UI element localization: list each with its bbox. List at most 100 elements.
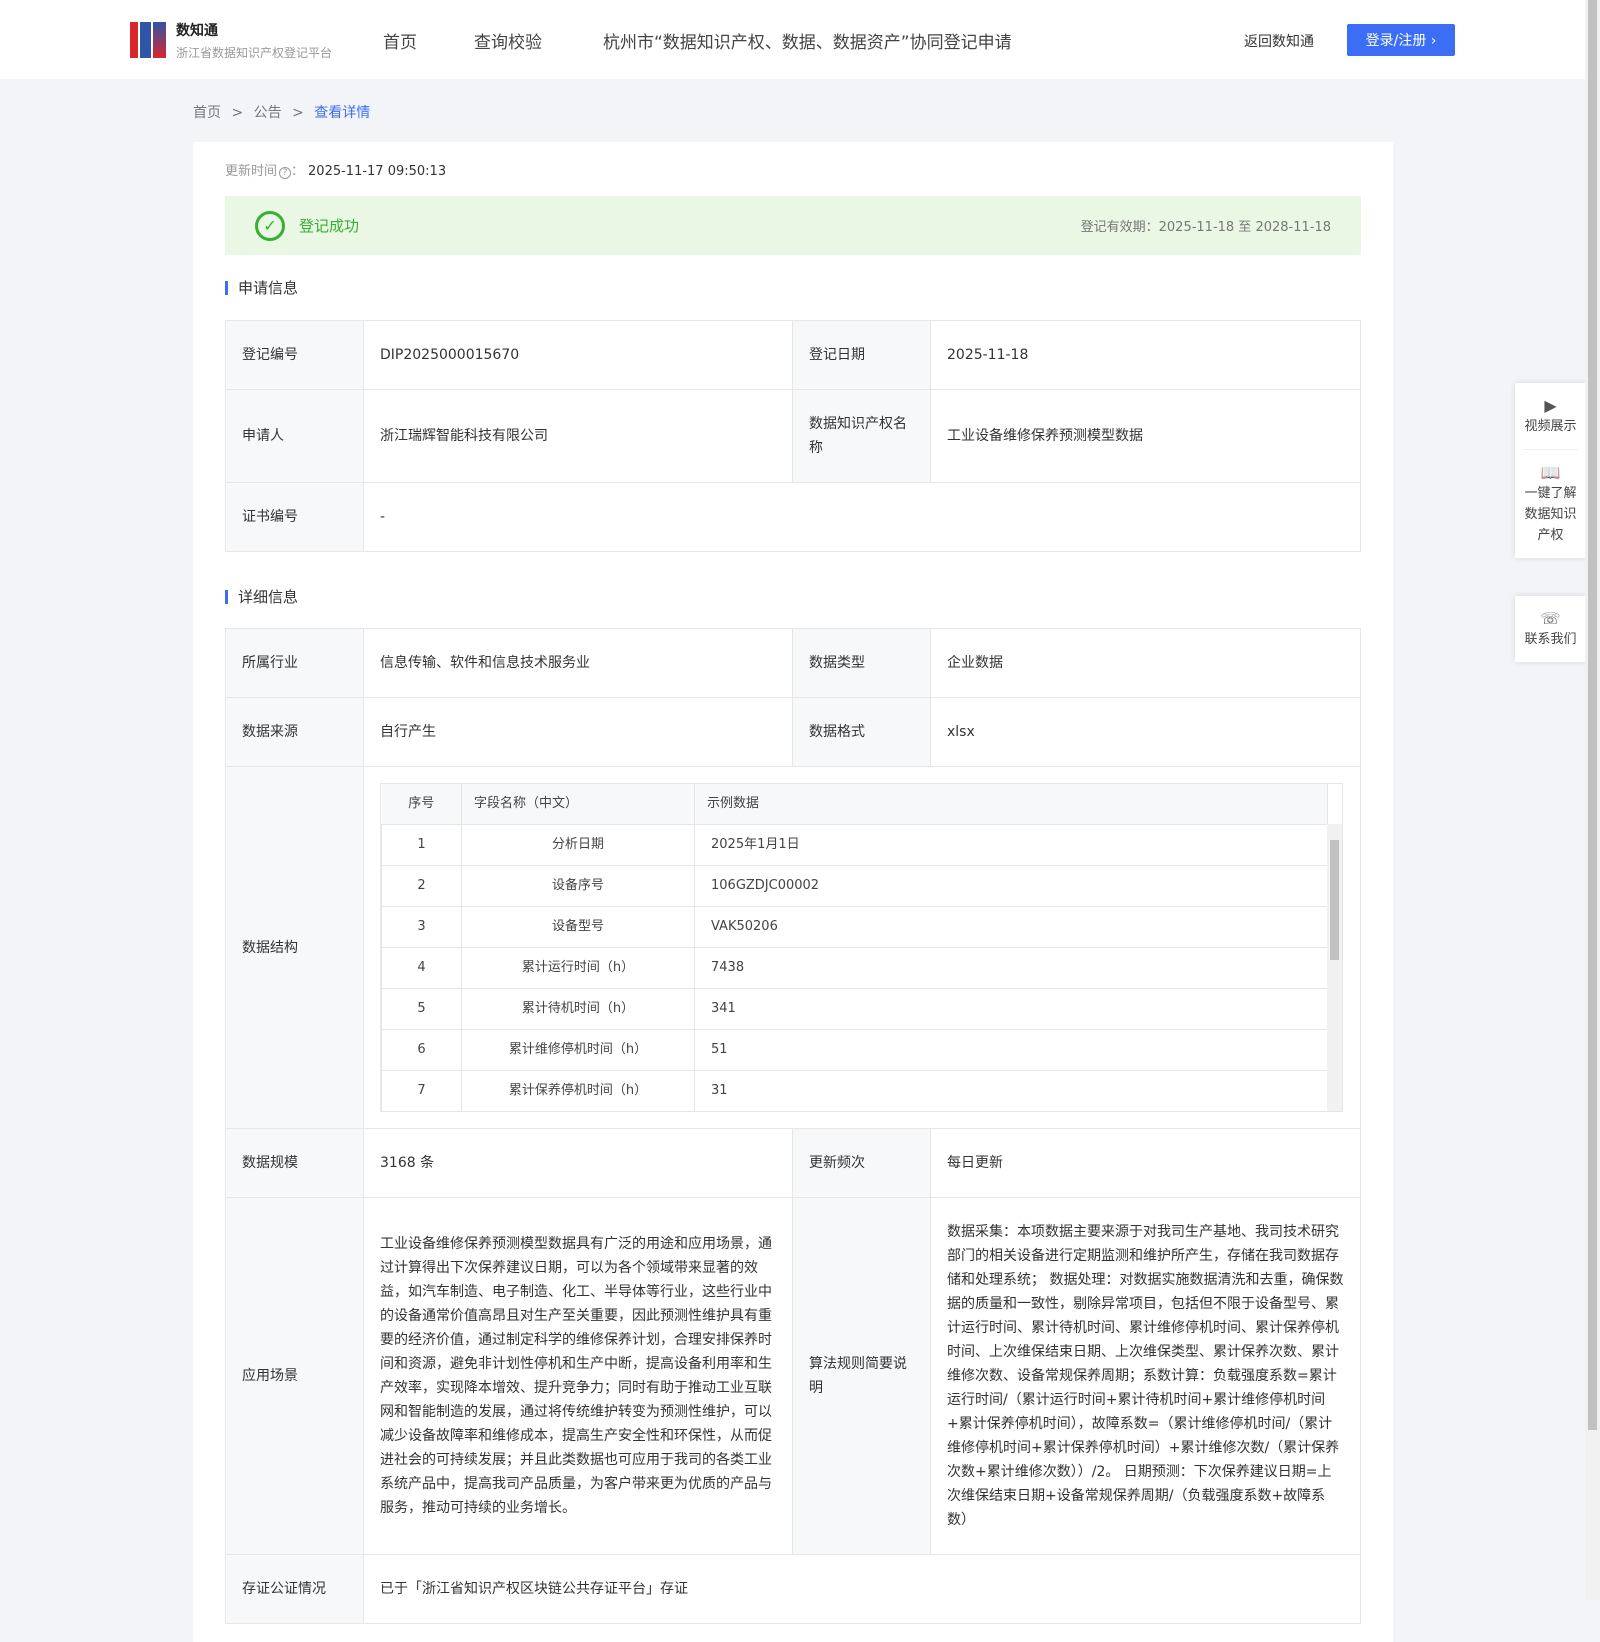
cell: 5 bbox=[381, 987, 462, 1030]
cell: 设备序号 bbox=[461, 864, 695, 907]
breadcrumb: 首页 > 公告 > 查看详情 bbox=[193, 102, 370, 122]
float-panel: ▶ 视频展示 📖 一键了解数据知识产权 bbox=[1515, 383, 1586, 558]
top-header: 数知通 浙江省数据知识产权登记平台 首页 查询校验 杭州市“数据知识产权、数据、… bbox=[0, 0, 1585, 79]
cell: 7438 bbox=[694, 946, 1328, 989]
brand-title: 数知通 bbox=[176, 23, 218, 39]
float-contact: ☏ 联系我们 bbox=[1515, 596, 1586, 662]
label: 存证公证情况 bbox=[225, 1554, 364, 1624]
table-row: 3 设备型号 VAK50206 bbox=[381, 905, 1328, 948]
data-scale: 3168 条 bbox=[363, 1128, 793, 1198]
label: 申请人 bbox=[225, 389, 364, 483]
status-banner: ✓ 登记成功 登记有效期：2025-11-18 至 2028-11-18 bbox=[225, 196, 1361, 255]
algorithm-text: 数据采集：本项数据主要来源于对我司生产基地、我司技术研究部门的相关设备进行定期监… bbox=[930, 1197, 1361, 1555]
logo[interactable] bbox=[130, 22, 166, 58]
table-row: 1 分析日期 2025年1月1日 bbox=[381, 823, 1328, 866]
cell: 106GZDJC00002 bbox=[694, 864, 1328, 907]
cell: 7 bbox=[381, 1069, 462, 1111]
label: 应用场景 bbox=[225, 1197, 364, 1555]
status-text: 登记成功 bbox=[299, 217, 360, 235]
cell: 4 bbox=[381, 946, 462, 989]
section-title-apply: 申请信息 bbox=[225, 281, 298, 296]
reg-date: 2025-11-18 bbox=[930, 320, 1361, 390]
industry: 信息传输、软件和信息技术服务业 bbox=[363, 628, 793, 698]
label: 所属行业 bbox=[225, 628, 364, 698]
label: 数据知识产权名称 bbox=[792, 389, 931, 483]
ip-name: 工业设备维修保养预测模型数据 bbox=[930, 389, 1361, 483]
table-row: 6 累计维修停机时间（h） 51 bbox=[381, 1028, 1328, 1071]
cell: 341 bbox=[694, 987, 1328, 1030]
applicant: 浙江瑞辉智能科技有限公司 bbox=[363, 389, 793, 483]
learn-button[interactable]: 📖 一键了解数据知识产权 bbox=[1515, 450, 1586, 558]
label: 证书编号 bbox=[225, 482, 364, 552]
page-scrollbar-thumb[interactable] bbox=[1588, 0, 1597, 1430]
cell: VAK50206 bbox=[694, 905, 1328, 948]
table-row: 2 设备序号 106GZDJC00002 bbox=[381, 864, 1328, 907]
detail-table: 所属行业 信息传输、软件和信息技术服务业 数据类型 企业数据 数据来源 自行产生 数据格式… bbox=[225, 628, 1361, 1624]
brand: 数知通 浙江省数据知识产权登记平台 bbox=[176, 20, 332, 61]
check-circle-icon: ✓ bbox=[255, 210, 285, 241]
detail-card: 更新时间?： 2025-11-17 09:50:13 ✓ 登记成功 登记有效期：2… bbox=[193, 142, 1393, 1642]
contact-button[interactable]: ☏ 联系我们 bbox=[1515, 596, 1586, 662]
cell: 2 bbox=[381, 864, 462, 907]
video-icon: ▶ bbox=[1544, 396, 1557, 415]
validity-text: 登记有效期：2025-11-18 至 2028-11-18 bbox=[1080, 220, 1331, 235]
phone-icon: ☏ bbox=[1540, 609, 1561, 628]
section-title-detail: 详细信息 bbox=[225, 590, 298, 605]
cell: 累计保养停机时间（h） bbox=[461, 1069, 695, 1111]
notary-text: 已于「浙江省知识产权区块链公共存证平台」存证 bbox=[363, 1554, 1361, 1624]
breadcrumb-home[interactable]: 首页 bbox=[193, 105, 221, 121]
update-frequency: 每日更新 bbox=[930, 1128, 1361, 1198]
label: 数据格式 bbox=[792, 697, 931, 767]
breadcrumb-sep: > bbox=[231, 105, 244, 121]
nav-hangzhou-apply[interactable]: 杭州市“数据知识产权、数据、数据资产”协同登记申请 bbox=[603, 28, 1012, 53]
table-scrollbar[interactable] bbox=[1327, 824, 1342, 1111]
page-scrollbar[interactable] bbox=[1585, 0, 1600, 1600]
label: 登记日期 bbox=[792, 320, 931, 390]
help-icon[interactable]: ? bbox=[279, 167, 292, 179]
breadcrumb-notice[interactable]: 公告 bbox=[254, 105, 282, 121]
col-header: 字段名称（中文） bbox=[461, 784, 695, 825]
book-icon: 📖 bbox=[1540, 463, 1561, 482]
cell: 1 bbox=[381, 823, 462, 866]
label: 更新频次 bbox=[792, 1128, 931, 1198]
cell: 51 bbox=[694, 1028, 1328, 1071]
cell: 6 bbox=[381, 1028, 462, 1071]
apply-table: 登记编号 DIP2025000015670 登记日期 2025-11-18 申请人 浙江… bbox=[225, 320, 1361, 552]
update-value: 2025-11-17 09:50:13 bbox=[308, 164, 447, 179]
table-row: 4 累计运行时间（h） 7438 bbox=[381, 946, 1328, 989]
nav-home[interactable]: 首页 bbox=[383, 28, 417, 53]
label: 数据规模 bbox=[225, 1128, 364, 1198]
video-button[interactable]: ▶ 视频展示 bbox=[1523, 383, 1578, 450]
cell: 2025年1月1日 bbox=[694, 823, 1328, 866]
col-header: 示例数据 bbox=[694, 784, 1328, 825]
brand-subtitle: 浙江省数据知识产权登记平台 bbox=[176, 46, 333, 60]
login-button[interactable]: 登录/注册 › bbox=[1347, 24, 1455, 56]
cell: 累计运行时间（h） bbox=[461, 946, 695, 989]
cell: 3 bbox=[381, 905, 462, 948]
video-label: 视频展示 bbox=[1524, 419, 1577, 434]
data-type: 企业数据 bbox=[930, 628, 1361, 698]
cell: 设备型号 bbox=[461, 905, 695, 948]
scrollbar-thumb[interactable] bbox=[1330, 840, 1339, 960]
update-time: 更新时间?： 2025-11-17 09:50:13 bbox=[225, 160, 446, 179]
learn-label: 一键了解数据知识产权 bbox=[1524, 486, 1577, 543]
label: 算法规则简要说明 bbox=[792, 1197, 931, 1555]
breadcrumb-sep: > bbox=[292, 105, 304, 121]
cell: 31 bbox=[694, 1069, 1328, 1111]
contact-label: 联系我们 bbox=[1524, 632, 1577, 647]
cell: 累计维修停机时间（h） bbox=[461, 1028, 695, 1071]
scenario-text: 工业设备维修保养预测模型数据具有广泛的用途和应用场景，通过计算得出下次保养建议日… bbox=[363, 1197, 793, 1555]
structure-table[interactable]: 序号 字段名称（中文） 示例数据 1 分析日期 2025年1月1日 2 设备序号 106GZ… bbox=[380, 783, 1343, 1112]
cell: 累计待机时间（h） bbox=[461, 987, 695, 1030]
label: 登记编号 bbox=[225, 320, 364, 390]
cell: 分析日期 bbox=[461, 823, 695, 866]
label: 数据来源 bbox=[225, 697, 364, 767]
label: 数据结构 bbox=[225, 766, 364, 1129]
data-source: 自行产生 bbox=[363, 697, 793, 767]
label: 数据类型 bbox=[792, 628, 931, 698]
data-format: xlsx bbox=[930, 697, 1361, 767]
nav-query[interactable]: 查询校验 bbox=[474, 28, 542, 53]
reg-no: DIP2025000015670 bbox=[363, 320, 793, 390]
back-link[interactable]: 返回数知通 bbox=[1244, 31, 1314, 51]
update-colon: ： bbox=[291, 164, 305, 179]
